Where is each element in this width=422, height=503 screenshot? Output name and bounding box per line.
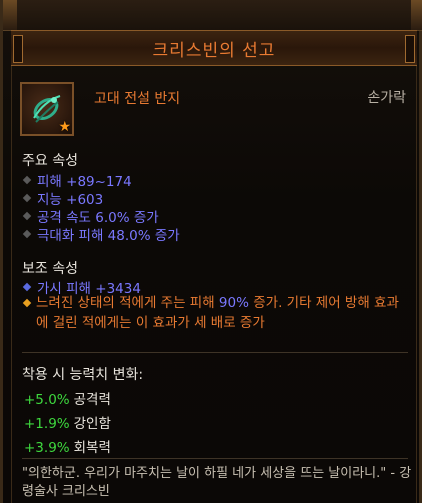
divider [22,458,408,459]
primary-stat-text: 공격 속도 6.0% 증가 [37,210,159,226]
equip-change-value: +5.0% [24,392,70,408]
bullet-icon [22,211,32,221]
title-cap-left [13,35,23,63]
ornament-corner-left [3,0,17,30]
equip-change: +3.9% 회복력 [24,436,111,456]
primary-stat: 피해 +89~174 [22,170,132,190]
divider [22,352,408,353]
equip-change-value: +3.9% [24,440,70,456]
equip-change: +5.0% 공격력 [24,388,111,408]
primary-stat: 공격 속도 6.0% 증가 [22,206,159,226]
primary-stat: 극대화 피해 48.0% 증가 [22,224,180,244]
equip-change: +1.9% 강인함 [24,412,111,432]
tooltip-body: ★ 고대 전설 반지 손가락 주요 속성 피해 +89~174 지능 +603 … [11,66,417,503]
bullet-icon [22,229,32,239]
ornament-corner-right [411,0,422,30]
legendary-affix-text: 느려진 상태의 적에게 주는 피해 [36,295,219,311]
primary-stat-text: 피해 +89~174 [37,174,132,190]
secondary-heading: 보조 속성 [22,261,78,277]
flavor-text: "의한하군. 우리가 마주치는 날이 하필 네가 세상을 뜨는 날이라니." -… [22,466,412,499]
legendary-affix: 느려진 상태의 적에게 주는 피해 90% 증가. 기타 제어 방해 효과에 걸… [36,293,406,333]
item-tooltip: 크리스빈의 선고 ★ 고대 전설 반지 손가락 주요 속성 피해 +89~174… [0,0,422,503]
primary-stat-text: 지능 +603 [37,192,104,208]
primary-stat: 지능 +603 [22,188,103,208]
legendary-affix-value: 90% [218,295,249,311]
equip-change-label: 공격력 [73,392,111,408]
equip-change-label: 강인함 [73,416,111,432]
bullet-icon [22,175,32,185]
primary-heading: 주요 속성 [22,153,78,169]
bullet-icon [22,282,32,292]
legendary-bullet-icon [22,298,32,308]
item-icon-frame: ★ [20,82,74,136]
item-type: 고대 전설 반지 [94,91,181,107]
equip-heading: 착용 시 능력치 변화: [22,367,144,383]
item-slot: 손가락 [367,90,406,106]
item-name: 크리스빈의 선고 [152,40,276,61]
ancient-star-icon: ★ [58,119,71,135]
bullet-icon [22,193,32,203]
title-cap-right [405,35,415,63]
equip-change-label: 회복력 [73,440,111,456]
equip-change-value: +1.9% [24,416,70,432]
tooltip-top-ornament [3,0,422,31]
primary-stat-text: 극대화 피해 48.0% 증가 [37,228,180,244]
title-bar: 크리스빈의 선고 [11,30,417,66]
